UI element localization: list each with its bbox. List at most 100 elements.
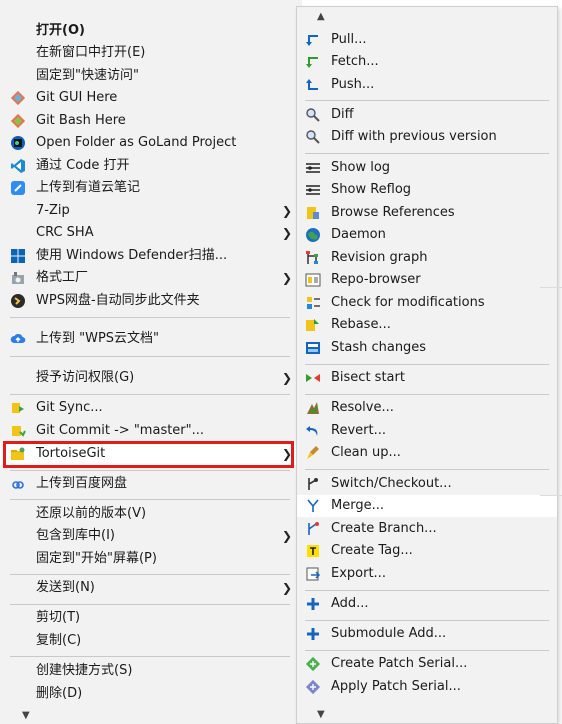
menu-item-open[interactable]: 打开(O) — [0, 20, 302, 42]
daemon-icon — [306, 228, 320, 242]
scroll-down-icon[interactable]: ▼ — [317, 709, 325, 720]
highlight-annotation — [3, 441, 294, 468]
show-reflog-icon — [306, 185, 320, 195]
menu-item-label: Create Tag... — [331, 543, 413, 558]
menu-item-git-bash[interactable]: Git Bash Here — [0, 110, 302, 132]
menu-item-send-to[interactable]: 发送到(N) ❯ — [0, 577, 302, 599]
menu-item-label: Fetch... — [331, 54, 379, 69]
menu-item-label: Apply Patch Serial... — [331, 679, 461, 694]
menu-item-revision-graph[interactable]: Revision graph — [297, 247, 557, 269]
menu-item-label: Rebase... — [331, 317, 391, 332]
menu-item-copy[interactable]: 复制(C) — [0, 630, 302, 652]
menu-item-create-shortcut[interactable]: 创建快捷方式(S) — [0, 660, 302, 682]
menu-item-wps-cloud[interactable]: 上传到 "WPS云文档" — [0, 328, 302, 350]
menu-item-label: Create Branch... — [331, 521, 437, 536]
submenu-arrow-icon: ❯ — [281, 529, 292, 543]
menu-item-label: Check for modifications — [331, 295, 485, 310]
menu-item-export[interactable]: Export... — [297, 563, 557, 585]
menu-item-git-gui[interactable]: Git GUI Here — [0, 87, 302, 109]
menu-item-diff[interactable]: Diff — [297, 104, 557, 126]
stash-icon — [306, 342, 320, 354]
scroll-down-icon[interactable]: ▼ — [22, 710, 30, 721]
menu-item-restore-versions[interactable]: 还原以前的版本(V) — [0, 503, 302, 525]
format-factory-icon — [12, 272, 24, 284]
scroll-up-icon[interactable]: ▲ — [317, 11, 325, 22]
menu-item-label: 发送到(N) — [36, 580, 95, 595]
youdao-icon — [11, 181, 25, 195]
menu-separator — [10, 574, 290, 575]
menu-item-label: Submodule Add... — [331, 626, 447, 641]
menu-item-wps-sync[interactable]: WPS网盘-自动同步此文件夹 — [0, 290, 302, 312]
menu-item-resolve[interactable]: Resolve... — [297, 397, 557, 419]
menu-item-clean-up[interactable]: Clean up... — [297, 442, 557, 464]
merge-icon — [307, 499, 319, 512]
menu-item-baidu[interactable]: 上传到百度网盘 — [0, 473, 302, 495]
menu-item-label: WPS网盘-自动同步此文件夹 — [36, 293, 200, 308]
tortoisegit-submenu: ▲ Pull... Fetch... Push... Diff Diff wit… — [296, 6, 558, 724]
menu-item-open-with-code[interactable]: 通过 Code 打开 — [0, 155, 302, 177]
submenu-arrow-icon: ❯ — [281, 581, 292, 595]
menu-item-create-patch[interactable]: Create Patch Serial... — [297, 653, 557, 675]
menu-item-check-modifications[interactable]: Check for modifications — [297, 292, 557, 314]
menu-item-create-branch[interactable]: Create Branch... — [297, 518, 557, 540]
menu-item-label: 上传到 "WPS云文档" — [36, 331, 160, 346]
menu-item-submodule-add[interactable]: Submodule Add... — [297, 623, 557, 645]
menu-item-create-tag[interactable]: Create Tag... — [297, 540, 557, 562]
menu-item-include-library[interactable]: 包含到库中(I) ❯ — [0, 525, 302, 547]
menu-item-pin-quick-access[interactable]: 固定到"快速访问" — [0, 65, 302, 87]
menu-item-browse-references[interactable]: Browse References — [297, 202, 557, 224]
menu-separator — [10, 604, 290, 605]
menu-item-label: Switch/Checkout... — [331, 476, 452, 491]
menu-item-label: Git Sync... — [36, 400, 103, 415]
menu-item-diff-previous[interactable]: Diff with previous version — [297, 126, 557, 148]
check-modifications-icon — [307, 297, 320, 309]
menu-item-rebase[interactable]: Rebase... — [297, 314, 557, 336]
menu-item-switch-checkout[interactable]: Switch/Checkout... — [297, 473, 557, 495]
menu-item-bisect-start[interactable]: Bisect start — [297, 367, 557, 389]
push-icon — [306, 79, 318, 90]
menu-item-label: 固定到"快速访问" — [36, 68, 139, 83]
menu-item-open-new-window[interactable]: 在新窗口中打开(E) — [0, 42, 302, 64]
menu-item-grant-access[interactable]: 授予访问权限(G) ❯ — [0, 367, 302, 389]
menu-item-pull[interactable]: Pull... — [297, 29, 557, 51]
menu-item-git-sync[interactable]: Git Sync... — [0, 397, 302, 419]
menu-item-revert[interactable]: Revert... — [297, 420, 557, 442]
menu-item-youdao[interactable]: 上传到有道云笔记 — [0, 177, 302, 199]
revert-icon — [306, 426, 318, 436]
menu-item-git-commit[interactable]: Git Commit -> "master"... — [0, 420, 302, 442]
menu-item-label: 创建快捷方式(S) — [36, 663, 133, 678]
menu-item-show-log[interactable]: Show log — [297, 157, 557, 179]
menu-item-label: CRC SHA — [36, 225, 94, 240]
menu-item-defender[interactable]: 使用 Windows Defender扫描... — [0, 245, 302, 267]
export-icon — [306, 567, 321, 581]
menu-item-format-factory[interactable]: 格式工厂 ❯ — [0, 267, 302, 289]
menu-separator — [305, 364, 549, 365]
menu-item-repo-browser[interactable]: Repo-browser — [297, 269, 557, 291]
menu-item-fetch[interactable]: Fetch... — [297, 51, 557, 73]
menu-item-cut[interactable]: 剪切(T) — [0, 607, 302, 629]
git-gui-icon — [10, 90, 26, 106]
submenu-arrow-icon: ❯ — [281, 371, 292, 385]
menu-separator — [305, 620, 549, 621]
menu-item-crc-sha[interactable]: CRC SHA ❯ — [0, 222, 302, 244]
fetch-icon — [306, 57, 318, 68]
menu-item-apply-patch[interactable]: Apply Patch Serial... — [297, 676, 557, 698]
menu-item-label: Bisect start — [331, 370, 405, 385]
menu-item-push[interactable]: Push... — [297, 74, 557, 96]
menu-item-label: 剪切(T) — [36, 610, 81, 625]
menu-item-daemon[interactable]: Daemon — [297, 224, 557, 246]
menu-item-label: Clean up... — [331, 445, 401, 460]
submodule-add-icon — [307, 628, 319, 640]
menu-separator — [10, 317, 290, 318]
bisect-icon — [306, 374, 320, 382]
menu-item-add[interactable]: Add... — [297, 593, 557, 615]
menu-item-stash-changes[interactable]: Stash changes — [297, 337, 557, 359]
menu-item-delete[interactable]: 删除(D) — [0, 683, 302, 705]
menu-item-7zip[interactable]: 7-Zip ❯ — [0, 200, 302, 222]
diff-prev-icon — [306, 130, 320, 144]
menu-item-pin-start[interactable]: 固定到"开始"屏幕(P) — [0, 548, 302, 570]
menu-item-goland[interactable]: Open Folder as GoLand Project — [0, 132, 302, 154]
menu-item-show-reflog[interactable]: Show Reflog — [297, 179, 557, 201]
menu-item-label: 授予访问权限(G) — [36, 370, 135, 385]
menu-item-merge[interactable]: Merge... — [297, 495, 557, 517]
